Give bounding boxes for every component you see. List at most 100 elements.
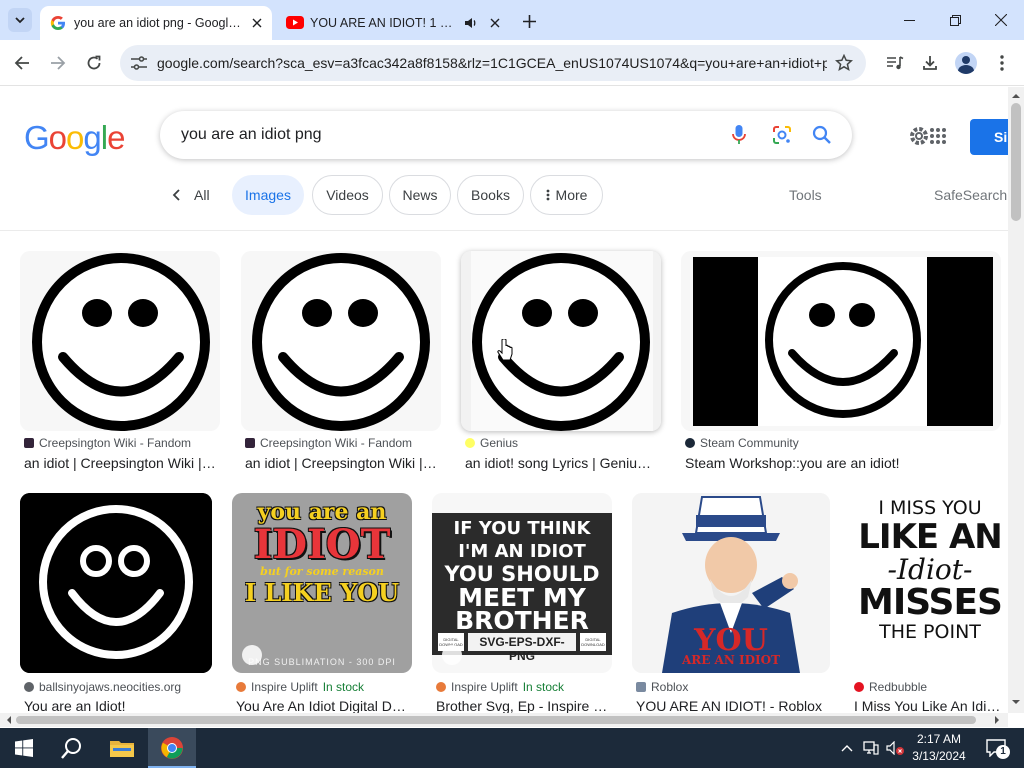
file-explorer-button[interactable] [98,728,146,768]
back-button[interactable] [7,48,37,78]
result-thumbnail[interactable] [20,493,212,673]
microphone-icon[interactable] [732,125,746,145]
result-source[interactable]: Creepsington Wiki - Fandom [245,436,441,450]
result-thumbnail[interactable] [241,251,441,431]
image-result[interactable]: ballsinyojaws.neocities.org You are an I… [20,493,212,713]
result-caption[interactable]: You Are An Idiot Digital Download [236,698,408,713]
result-source-label: Steam Community [700,436,799,450]
scrollbar-thumb[interactable] [1011,103,1021,221]
show-hidden-icons-button[interactable] [838,728,856,768]
restore-button[interactable] [932,0,978,40]
horizontal-scrollbar[interactable] [0,713,1008,727]
downloads-button[interactable] [915,48,945,78]
start-button[interactable] [0,728,48,768]
result-caption[interactable]: I Miss You Like An Idiot Misses [854,698,1008,713]
result-source[interactable]: Redbubble [854,680,1008,694]
tab-videos[interactable]: Videos [312,175,383,215]
network-button[interactable] [860,728,882,768]
google-favicon-icon [50,16,65,30]
minimize-button[interactable] [886,0,932,40]
speaker-icon[interactable] [464,16,478,30]
bookmark-star-icon[interactable] [835,54,853,72]
result-caption[interactable]: an idiot! song Lyrics | Genius Lyrics [465,455,651,471]
new-tab-button[interactable] [518,10,540,32]
result-caption[interactable]: an idiot | Creepsington Wiki | Fandom [24,455,216,471]
search-icon [61,738,81,759]
site-info-icon[interactable] [131,56,147,70]
clock-button[interactable]: 2:17 AM 3/13/2024 [908,731,970,767]
reload-button[interactable] [79,48,109,78]
profile-button[interactable] [951,48,981,78]
tab-news[interactable]: News [389,175,451,215]
browser-menu-button[interactable] [987,48,1017,78]
tab-google-search[interactable]: you are an idiot png - Google Se [40,6,272,40]
result-caption[interactable]: Brother Svg, Ep - Inspire Uplift [436,698,608,713]
result-source[interactable]: ballsinyojaws.neocities.org [24,680,212,694]
result-source[interactable]: Inspire Uplift In stock [436,680,612,694]
tab-images[interactable]: Images [232,175,304,215]
image-line: IF YOU THINK [453,518,591,539]
scroll-down-icon[interactable] [1008,695,1024,709]
result-source[interactable]: Roblox [636,680,830,694]
chrome-taskbar-button[interactable] [148,728,196,768]
forward-button[interactable] [43,48,73,78]
image-result[interactable]: I MISS YOU LIKE AN -Idiot- MISSES THE PO… [850,493,1008,713]
tab-youtube[interactable]: YOU ARE AN IDIOT! 1 Hour [278,6,510,40]
image-line: IDIOT [253,521,391,568]
taskbar-search-button[interactable] [48,728,96,768]
apps-grid-icon[interactable] [929,127,947,145]
result-caption[interactable]: You are an Idiot! [24,698,212,713]
address-bar[interactable]: google.com/search?sca_esv=a3fcac342a8f81… [120,45,866,81]
search-box[interactable]: you are an idiot png [160,111,852,159]
vertical-scrollbar[interactable] [1008,87,1024,713]
image-result[interactable]: Genius an idiot! song Lyrics | Genius Ly… [461,251,661,483]
notifications-button[interactable]: 1 [978,728,1014,768]
close-tab-icon[interactable] [252,18,262,28]
image-result[interactable]: you are an IDIOT but for some reason I L… [232,493,412,713]
result-source[interactable]: Steam Community [685,436,1001,450]
settings-gear-icon[interactable] [908,125,930,147]
volume-muted-icon [886,741,904,755]
tab-search-button[interactable] [8,8,32,32]
result-source[interactable]: Inspire Uplift In stock [236,680,412,694]
result-thumbnail[interactable] [681,251,1001,431]
result-caption[interactable]: Steam Workshop::you are an idiot! [685,455,997,471]
search-input[interactable]: you are an idiot png [181,126,322,144]
back-to-all-button[interactable]: All [172,185,210,205]
safesearch-button[interactable]: SafeSearch [934,187,1007,203]
close-tab-icon[interactable] [490,18,500,28]
result-thumbnail[interactable]: you are an IDIOT but for some reason I L… [232,493,412,673]
result-thumbnail[interactable] [20,251,220,431]
result-thumbnail[interactable]: IF YOU THINK I'M AN IDIOT YOU SHOULD MEE… [432,493,612,673]
image-result[interactable]: Creepsington Wiki - Fandom an idiot | Cr… [241,251,441,483]
scroll-up-icon[interactable] [1008,89,1024,103]
tools-button[interactable]: Tools [789,187,822,203]
media-control-button[interactable] [880,48,910,78]
result-thumbnail[interactable] [461,251,661,431]
image-result[interactable]: Steam Community Steam Workshop::you are … [681,251,1001,483]
scroll-right-icon[interactable] [990,713,1004,727]
scrollbar-thumb[interactable] [16,716,976,724]
lens-camera-icon[interactable] [772,125,792,145]
tab-books[interactable]: Books [457,175,524,215]
sign-in-button[interactable]: Si [970,119,1008,155]
scroll-left-icon[interactable] [2,713,16,727]
image-line: -Idiot- [887,553,973,586]
image-result[interactable]: Creepsington Wiki - Fandom an idiot | Cr… [20,251,220,483]
volume-button[interactable] [884,728,906,768]
image-result[interactable]: IF YOU THINK I'M AN IDIOT YOU SHOULD MEE… [432,493,612,713]
tab-title: YOU ARE AN IDIOT! 1 Hour [310,16,460,30]
download-icon [923,56,937,70]
result-caption[interactable]: YOU ARE AN IDIOT! - Roblox [636,698,830,713]
image-result[interactable]: YOU ARE AN IDIOT Roblox YOU ARE AN IDIOT… [632,493,830,713]
result-thumbnail[interactable]: YOU ARE AN IDIOT [632,493,830,673]
close-window-button[interactable] [978,0,1024,40]
result-source[interactable]: Genius [465,436,661,450]
tab-more[interactable]: More [530,175,603,215]
result-source[interactable]: Creepsington Wiki - Fandom [24,436,220,450]
result-thumbnail[interactable]: I MISS YOU LIKE AN -Idiot- MISSES THE PO… [850,493,1008,673]
search-icon[interactable] [812,125,832,145]
url-text[interactable]: google.com/search?sca_esv=a3fcac342a8f81… [157,55,827,71]
google-logo[interactable]: Google [24,119,125,157]
result-caption[interactable]: an idiot | Creepsington Wiki | Fandom [245,455,437,471]
